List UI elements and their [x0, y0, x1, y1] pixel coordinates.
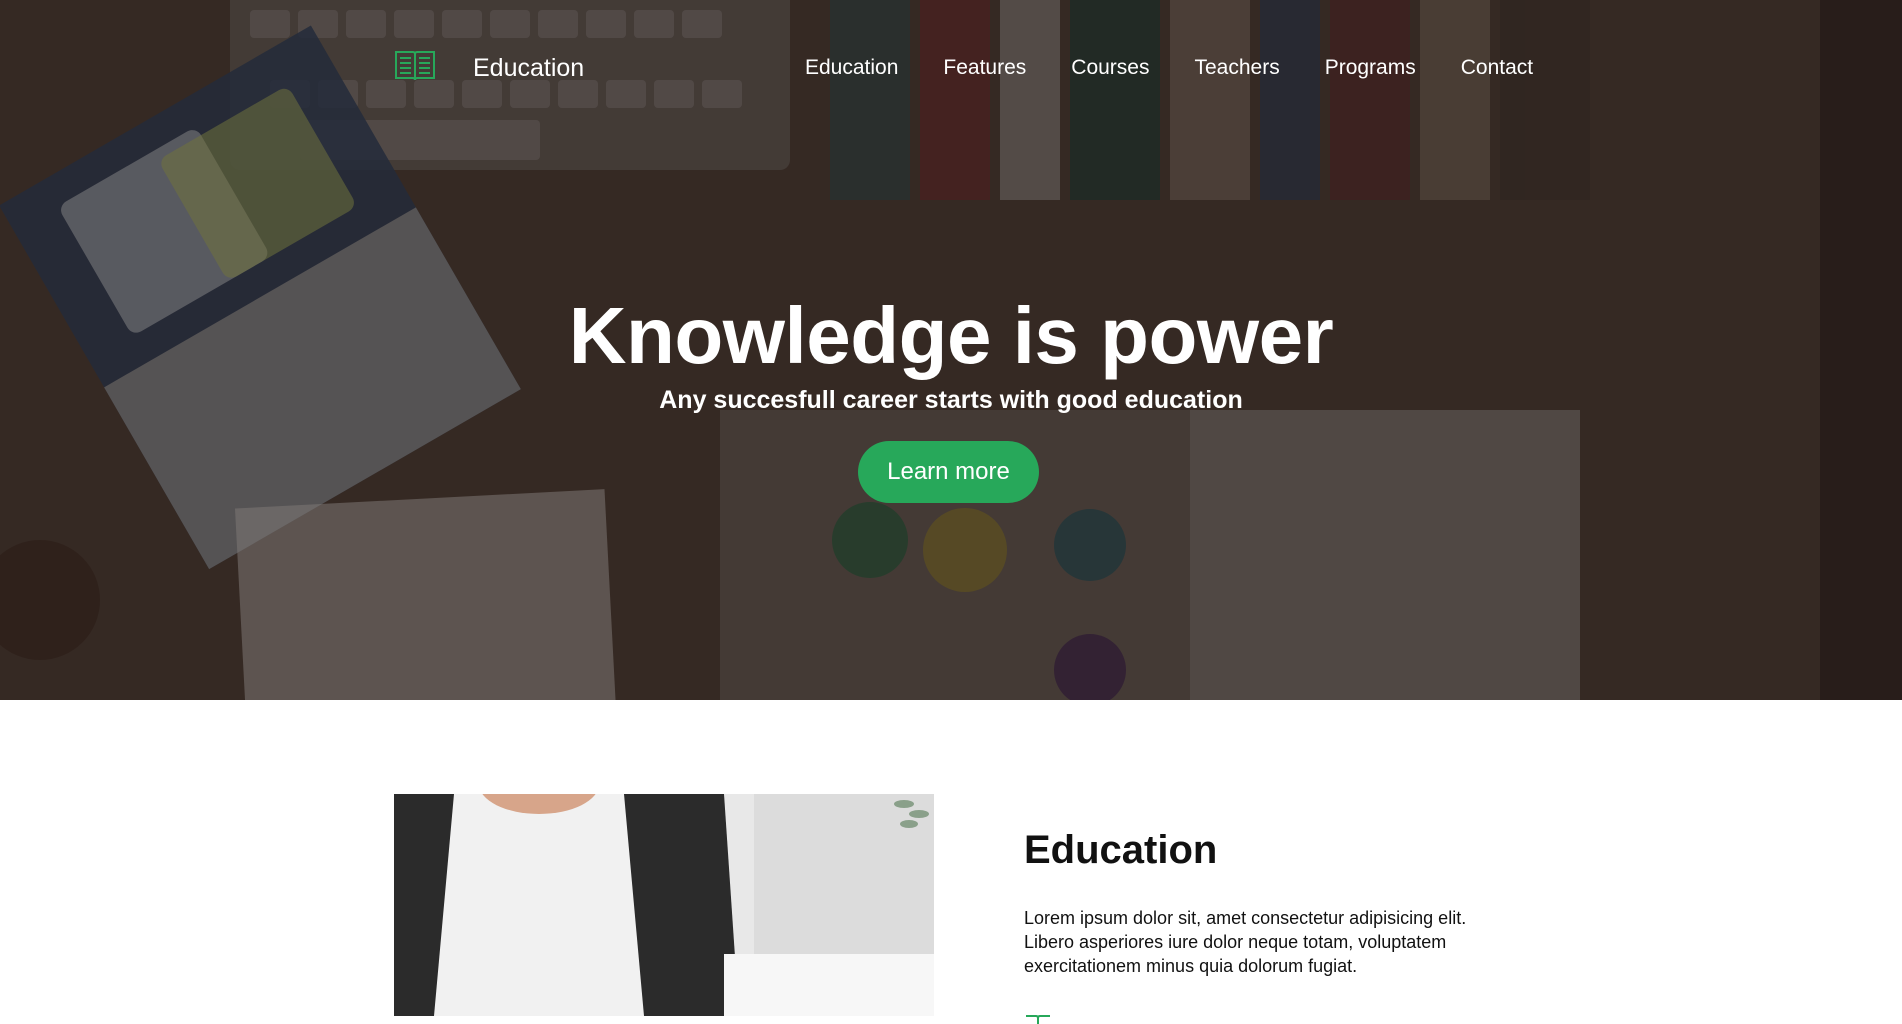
nav-link-education[interactable]: Education [805, 56, 898, 80]
hero-subtitle: Any succesfull career starts with good e… [659, 386, 1243, 414]
brand-name: Education [473, 54, 585, 82]
hero-title: Knowledge is power [568, 291, 1334, 380]
hero-section: Education Education Features Courses Tea… [0, 0, 1902, 700]
open-book-icon [395, 51, 435, 81]
education-photo [394, 794, 934, 1016]
open-book-icon [1026, 1015, 1050, 1024]
nav-link-features[interactable]: Features [943, 56, 1026, 80]
nav-link-programs[interactable]: Programs [1325, 56, 1416, 80]
learn-more-button[interactable]: Learn more [858, 441, 1039, 503]
section-title: Education [1024, 828, 1218, 872]
main-menu: Education Features Courses Teachers Prog… [805, 56, 1533, 80]
section-description: Lorem ipsum dolor sit, amet consectetur … [1024, 908, 1467, 976]
nav-link-courses[interactable]: Courses [1071, 56, 1149, 80]
nav-link-contact[interactable]: Contact [1461, 56, 1533, 80]
person-at-desk-image [394, 794, 934, 1016]
nav-link-teachers[interactable]: Teachers [1194, 56, 1279, 80]
top-navigation: Education Education Features Courses Tea… [0, 0, 1902, 136]
brand[interactable]: Education [394, 48, 584, 82]
